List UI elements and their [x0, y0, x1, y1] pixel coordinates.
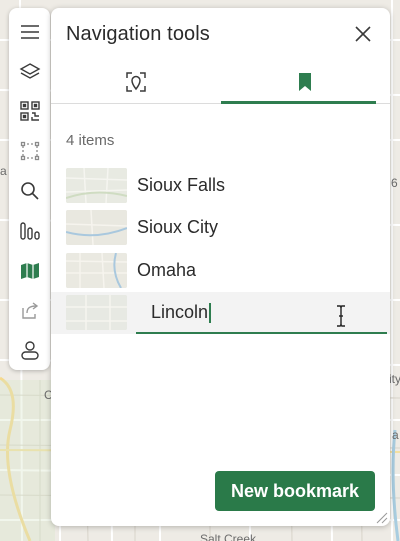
- map-label: ity: [389, 372, 400, 386]
- account-button[interactable]: [9, 330, 50, 370]
- bookmark-thumbnail: [66, 252, 127, 288]
- close-icon: [355, 26, 371, 42]
- bookmark-list: Sioux Falls Sioux City Omaha: [51, 164, 390, 334]
- bookmark-label: Omaha: [137, 259, 197, 280]
- menu-icon: [20, 25, 39, 39]
- bookmark-item-editing[interactable]: [51, 291, 390, 334]
- panel-tabs: [51, 60, 390, 104]
- bookmark-item[interactable]: Omaha: [51, 249, 390, 292]
- bookmark-thumbnail: [66, 210, 127, 246]
- bookmark-thumbnail: [66, 167, 127, 203]
- tab-locate[interactable]: [51, 60, 221, 103]
- map-label: a: [0, 164, 7, 178]
- panel-title: Navigation tools: [66, 22, 210, 45]
- search-button[interactable]: [9, 171, 50, 211]
- bookmark-item[interactable]: Sioux City: [51, 207, 390, 250]
- account-icon: [20, 341, 39, 360]
- map-icon: [20, 262, 39, 279]
- chart-button[interactable]: [9, 211, 50, 251]
- menu-button[interactable]: [9, 12, 50, 52]
- select-area-button[interactable]: [9, 131, 50, 171]
- close-button[interactable]: [351, 22, 375, 46]
- tab-bookmarks[interactable]: [220, 60, 391, 104]
- search-icon: [20, 182, 39, 200]
- toolbar: [9, 8, 50, 370]
- map-label: 6: [391, 176, 398, 190]
- bookmark-label: Sioux City: [137, 217, 219, 238]
- share-icon: [21, 302, 38, 320]
- bookmark-item[interactable]: Sioux Falls: [51, 164, 390, 207]
- layers-icon: [19, 62, 40, 79]
- bookmark-name-input[interactable]: [151, 302, 211, 324]
- map-tools-button[interactable]: [9, 251, 50, 291]
- qr-code-icon: [19, 101, 40, 122]
- map-label: Salt Creek: [200, 532, 257, 541]
- map-label: a: [392, 428, 399, 442]
- text-caret: [209, 302, 211, 323]
- select-area-icon: [20, 142, 39, 161]
- layers-button[interactable]: [9, 52, 50, 92]
- share-button[interactable]: [9, 290, 50, 330]
- bookmark-name-field[interactable]: [136, 294, 387, 334]
- ibeam-cursor-icon: [337, 304, 345, 327]
- item-count: 4 items: [66, 132, 115, 149]
- navigation-panel: Navigation tools 4 items Sioux Falls Sio…: [51, 8, 390, 526]
- qr-code-button[interactable]: [9, 92, 50, 132]
- resize-grip-icon[interactable]: [374, 510, 388, 524]
- new-bookmark-button[interactable]: New bookmark: [215, 471, 375, 511]
- bookmark-icon: [299, 72, 312, 91]
- bookmark-thumbnail: [66, 295, 127, 331]
- locate-icon: [126, 71, 146, 92]
- bookmark-label: Sioux Falls: [137, 174, 226, 195]
- panel-header: Navigation tools: [51, 8, 390, 60]
- chart-icon: [19, 222, 40, 240]
